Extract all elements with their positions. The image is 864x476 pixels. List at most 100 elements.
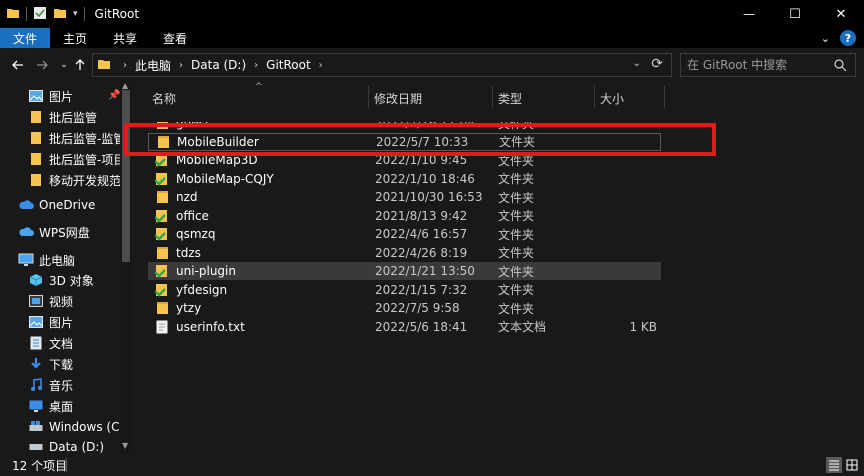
chevron-right-icon[interactable]: › xyxy=(179,60,183,71)
file-type: 文件夹 xyxy=(498,172,535,186)
back-arrow-icon[interactable] xyxy=(10,56,26,74)
file-date: 2022/4/6 16:57 xyxy=(375,227,468,241)
tab-file[interactable]: 文件 xyxy=(0,28,50,48)
search-box[interactable] xyxy=(680,53,856,77)
tab-share[interactable]: 共享 xyxy=(100,28,150,48)
column-header-type[interactable]: 类型 xyxy=(498,88,522,108)
folder-icon xyxy=(154,245,170,261)
nav-item-documents[interactable]: 文档 xyxy=(28,333,73,353)
file-name: qsmzq xyxy=(176,227,216,241)
tab-home[interactable]: 主页 xyxy=(50,28,100,48)
nav-item-folder[interactable]: 批后监管-项目管 xyxy=(28,149,132,169)
large-icons-view-icon[interactable] xyxy=(844,457,860,473)
nav-item-3d-objects[interactable]: 3D 对象 xyxy=(28,270,94,290)
column-divider[interactable] xyxy=(664,86,665,108)
forward-arrow-icon[interactable] xyxy=(34,56,50,74)
file-row[interactable]: office 2021/8/13 9:42 文件夹 xyxy=(148,207,661,225)
nav-item-this-pc[interactable]: 此电脑 xyxy=(18,250,75,270)
column-header-size[interactable]: 大小 xyxy=(600,88,624,108)
folder-icon xyxy=(28,109,44,125)
file-name-cell: ytzy xyxy=(154,300,201,316)
file-name-cell: nzd xyxy=(154,189,198,205)
drive-icon xyxy=(28,439,44,454)
chevron-right-icon[interactable]: › xyxy=(254,60,258,71)
column-header-name[interactable]: 名称 xyxy=(152,88,176,108)
nav-item-desktop[interactable]: 桌面 xyxy=(28,396,73,416)
nav-item-pictures-pinned[interactable]: 图片 xyxy=(28,86,73,106)
minimize-button[interactable]: — xyxy=(726,0,772,28)
new-folder-icon[interactable] xyxy=(53,6,67,23)
download-icon xyxy=(28,356,44,372)
scrollbar-thumb[interactable] xyxy=(122,90,130,262)
file-type: 文件夹 xyxy=(498,227,535,242)
nav-item-pictures[interactable]: 图片 xyxy=(28,312,73,332)
search-input[interactable] xyxy=(687,58,827,72)
file-name: office xyxy=(176,208,209,223)
file-row[interactable]: nzd 2021/10/30 16:53 文件夹 xyxy=(148,188,661,206)
file-row[interactable]: tdzs 2022/4/26 8:19 文件夹 xyxy=(148,244,661,262)
column-header-date[interactable]: 修改日期 xyxy=(374,88,422,108)
breadcrumb-data-drive[interactable]: Data (D:) xyxy=(191,58,246,72)
column-divider[interactable] xyxy=(594,86,595,108)
file-name: yfdesign xyxy=(176,282,228,297)
customize-toolbar-icon[interactable]: ▾ xyxy=(73,9,78,19)
close-button[interactable]: ✕ xyxy=(818,0,864,28)
file-type: 文件夹 xyxy=(498,246,535,260)
column-divider[interactable] xyxy=(368,86,369,108)
recent-locations-icon[interactable]: ⌄ xyxy=(56,56,72,74)
nav-item-downloads[interactable]: 下载 xyxy=(28,354,73,374)
file-date: 2022/1/21 13:50 xyxy=(375,264,475,278)
up-arrow-icon[interactable] xyxy=(72,56,88,74)
nav-item-onedrive[interactable]: OneDrive xyxy=(18,195,95,215)
help-icon[interactable]: ? xyxy=(840,30,856,46)
git-folder-icon xyxy=(154,208,170,224)
chevron-right-icon[interactable]: › xyxy=(123,60,127,71)
nav-item-folder[interactable]: 批后监管-监管 xyxy=(28,128,125,148)
nav-item-drive-d[interactable]: Data (D:) xyxy=(28,437,104,454)
address-bar[interactable]: › 此电脑 › Data (D:) › GitRoot › ⌄ ⟳ xyxy=(92,53,672,77)
file-row[interactable]: MobileMap-CQJY 2022/1/10 18:46 文件夹 xyxy=(148,170,661,188)
folder-icon xyxy=(28,130,44,146)
nav-item-drive-c[interactable]: Windows (C:) xyxy=(28,417,128,437)
window-title: GitRoot xyxy=(94,7,140,21)
file-row[interactable]: ytzy 2022/7/5 9:58 文件夹 xyxy=(148,299,661,317)
chevron-right-icon[interactable]: › xyxy=(319,60,323,71)
scroll-down-icon[interactable]: ▼ xyxy=(122,441,128,450)
drive-c-icon xyxy=(28,419,44,435)
text-file-icon xyxy=(154,319,170,335)
file-date: 2022/7/5 9:58 xyxy=(375,301,460,315)
pin-icon[interactable]: 📌 xyxy=(108,90,120,101)
breadcrumb-this-pc[interactable]: 此电脑 xyxy=(135,57,171,74)
tab-view[interactable]: 查看 xyxy=(150,28,200,48)
file-row[interactable]: userinfo.txt 2022/5/6 18:41 文本文档 1 KB xyxy=(148,318,661,336)
computer-icon xyxy=(18,252,34,268)
refresh-icon[interactable]: ⟳ xyxy=(651,56,663,72)
column-divider[interactable] xyxy=(492,86,493,108)
file-row[interactable]: qsmzq 2022/4/6 16:57 文件夹 xyxy=(148,225,661,243)
file-date: 2022/1/15 7:32 xyxy=(375,282,468,297)
chevron-down-icon[interactable]: ⌄ xyxy=(821,32,830,45)
nav-item-wps-cloud[interactable]: WPS网盘 xyxy=(18,222,90,242)
nav-item-folder[interactable]: 批后监管 xyxy=(28,107,97,127)
file-row[interactable]: uni-plugin 2022/1/21 13:50 文件夹 xyxy=(148,262,661,280)
item-count: 12 个项目 xyxy=(12,458,68,473)
folder-icon xyxy=(154,300,170,316)
file-type: 文件夹 xyxy=(498,209,535,223)
folder-icon xyxy=(97,57,111,74)
nav-item-music[interactable]: 音乐 xyxy=(28,375,73,395)
properties-icon[interactable] xyxy=(33,6,47,23)
nav-item-videos[interactable]: 视频 xyxy=(28,291,73,311)
nav-item-folder[interactable]: 移动开发规范 xyxy=(28,170,121,190)
file-name: ytzy xyxy=(176,301,202,315)
file-name: tdzs xyxy=(176,245,201,260)
file-type: 文件夹 xyxy=(498,190,535,205)
maximize-button[interactable]: ☐ xyxy=(772,0,818,28)
title-bar: ▾ GitRoot — ☐ ✕ xyxy=(0,0,864,28)
breadcrumb-gitroot[interactable]: GitRoot xyxy=(266,58,311,72)
file-row[interactable]: yfdesign 2022/1/15 7:32 文件夹 xyxy=(148,281,661,299)
scroll-up-icon[interactable]: ▲ xyxy=(122,82,128,90)
address-history-icon[interactable]: ⌄ xyxy=(633,58,641,69)
status-bar: 12 个项目 xyxy=(0,454,864,476)
quick-access-toolbar: ▾ xyxy=(6,6,85,23)
details-view-icon[interactable] xyxy=(826,457,842,473)
